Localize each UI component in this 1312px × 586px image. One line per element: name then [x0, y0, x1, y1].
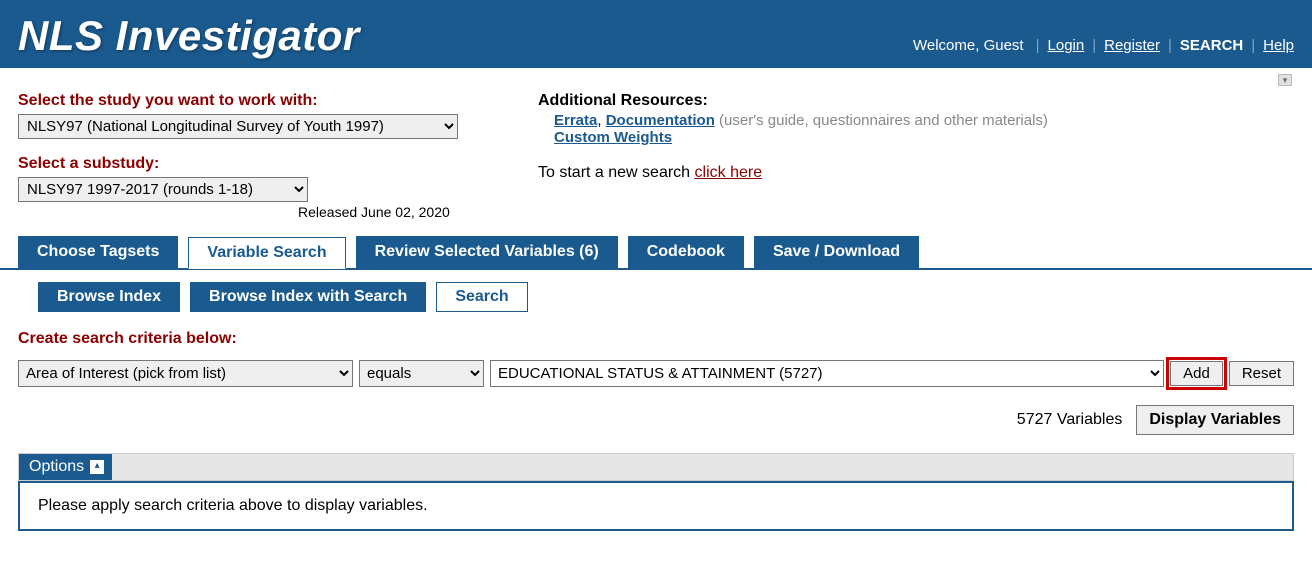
chevron-up-icon: ▴: [90, 460, 104, 474]
main-tabs-wrapper: Choose Tagsets Variable Search Review Se…: [0, 236, 1312, 270]
custom-weights-link[interactable]: Custom Weights: [554, 129, 672, 146]
criteria-label: Create search criteria below:: [18, 330, 1312, 348]
area-of-interest-select[interactable]: Area of Interest (pick from list): [18, 360, 353, 387]
tab-save-download[interactable]: Save / Download: [754, 236, 919, 268]
resources-label: Additional Resources:: [538, 92, 1294, 110]
register-link[interactable]: Register: [1104, 37, 1160, 54]
main-tabs: Choose Tagsets Variable Search Review Se…: [18, 236, 1312, 268]
welcome-text: Welcome, Guest: [913, 37, 1024, 54]
tab-codebook[interactable]: Codebook: [628, 236, 744, 268]
tab-choose-tagsets[interactable]: Choose Tagsets: [18, 236, 178, 268]
resources-column: Additional Resources: Errata, Documentat…: [538, 92, 1294, 220]
documentation-link[interactable]: Documentation: [606, 112, 715, 129]
page-header: NLS Investigator Welcome, Guest | Login …: [0, 0, 1312, 68]
released-text: Released June 02, 2020: [298, 204, 498, 220]
criteria-row: Area of Interest (pick from list) equals…: [18, 360, 1294, 387]
tab-variable-search[interactable]: Variable Search: [188, 237, 345, 269]
substudy-select[interactable]: NLSY97 1997-2017 (rounds 1-18): [18, 177, 308, 202]
variable-count: 5727 Variables: [1017, 411, 1123, 429]
value-select[interactable]: EDUCATIONAL STATUS & ATTAINMENT (5727): [490, 360, 1164, 387]
collapse-row: ▾: [0, 68, 1312, 86]
substudy-label: Select a substudy:: [18, 155, 498, 173]
study-column: Select the study you want to work with: …: [18, 92, 498, 220]
header-links: Welcome, Guest | Login | Register | SEAR…: [913, 37, 1294, 60]
top-section: Select the study you want to work with: …: [0, 86, 1312, 224]
click-here-link[interactable]: click here: [695, 164, 763, 181]
study-select[interactable]: NLSY97 (National Longitudinal Survey of …: [18, 114, 458, 139]
start-search: To start a new search click here: [538, 164, 1294, 182]
login-link[interactable]: Login: [1048, 37, 1085, 54]
display-variables-button[interactable]: Display Variables: [1136, 405, 1294, 435]
collapse-icon[interactable]: ▾: [1278, 74, 1292, 86]
results-row: 5727 Variables Display Variables: [0, 405, 1294, 435]
study-label: Select the study you want to work with:: [18, 92, 498, 110]
operator-select[interactable]: equals: [359, 360, 484, 387]
subtab-search[interactable]: Search: [436, 282, 527, 312]
app-title: NLS Investigator: [18, 12, 360, 60]
reset-button[interactable]: Reset: [1229, 361, 1294, 386]
results-message: Please apply search criteria above to di…: [38, 497, 428, 514]
subtab-browse-index-search[interactable]: Browse Index with Search: [190, 282, 426, 312]
tab-review-selected[interactable]: Review Selected Variables (6): [356, 236, 618, 268]
errata-link[interactable]: Errata: [554, 112, 597, 129]
documentation-desc: (user's guide, questionnaires and other …: [719, 112, 1048, 129]
subtab-browse-index[interactable]: Browse Index: [38, 282, 180, 312]
results-message-box: Please apply search criteria above to di…: [18, 481, 1294, 531]
options-toggle[interactable]: Options ▴: [19, 454, 112, 480]
options-bar: Options ▴: [18, 453, 1294, 481]
add-button[interactable]: Add: [1170, 361, 1223, 386]
search-link[interactable]: SEARCH: [1180, 37, 1243, 54]
sub-tabs: Browse Index Browse Index with Search Se…: [38, 282, 1312, 312]
help-link[interactable]: Help: [1263, 37, 1294, 54]
